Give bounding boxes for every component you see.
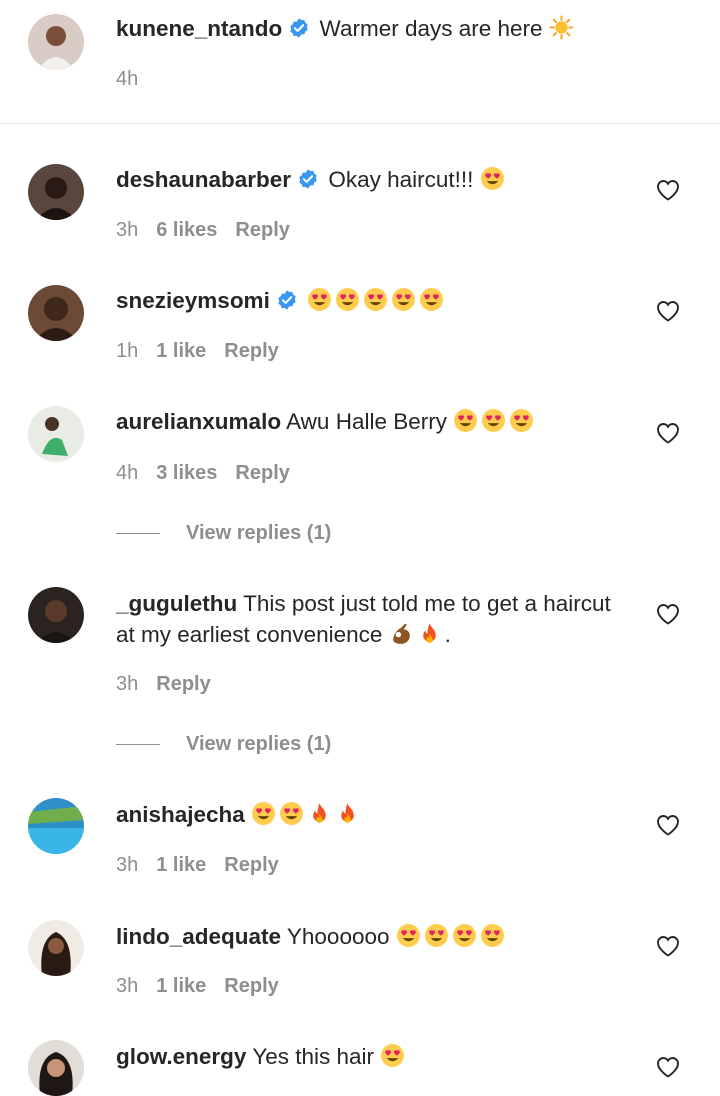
verified-badge-icon	[288, 17, 310, 39]
view-replies-label: View replies (1)	[186, 522, 332, 544]
timestamp: 3h	[116, 219, 139, 241]
like-heart-icon[interactable]	[656, 1056, 680, 1078]
heart-eyes-emoji-icon	[480, 166, 505, 191]
sun-emoji-icon	[549, 15, 574, 40]
fire-emoji-icon	[307, 801, 332, 826]
username[interactable]: snezieymsomi	[116, 288, 270, 313]
reply-button[interactable]: Reply	[235, 217, 289, 243]
caption-text: kunene_ntando Warmer days are here	[116, 13, 636, 44]
comment-text: _gugulethu This post just told me to get…	[116, 588, 616, 650]
timestamp: 3h	[116, 975, 139, 997]
comment-body: Yhoooooo	[286, 924, 390, 949]
reply-button[interactable]: Reply	[156, 671, 210, 697]
heart-eyes-emoji-icon	[480, 923, 505, 948]
fire-emoji-icon	[417, 621, 442, 646]
heart-eyes-emoji-icon	[279, 801, 304, 826]
comment-meta: 4h 3 likes Reply	[116, 460, 308, 486]
comment-text: lindo_adequate Yhoooooo	[116, 921, 636, 952]
heart-eyes-emoji-icon	[452, 923, 477, 948]
heart-eyes-emoji-icon	[363, 287, 388, 312]
heart-eyes-emoji-icon	[481, 408, 506, 433]
heart-eyes-emoji-icon	[453, 408, 478, 433]
username[interactable]: anishajecha	[116, 802, 245, 827]
likes-count[interactable]: 3 likes	[156, 460, 217, 486]
heart-eyes-emoji-icon	[509, 408, 534, 433]
heart-eyes-emoji-icon	[424, 923, 449, 948]
username[interactable]: _gugulethu	[116, 591, 237, 616]
comment-body: Awu Halle Berry	[286, 409, 447, 434]
like-heart-icon[interactable]	[656, 935, 680, 957]
comment-body: Yes this hair	[252, 1044, 375, 1069]
verified-badge-icon	[297, 168, 319, 190]
username[interactable]: kunene_ntando	[116, 16, 282, 41]
reply-button[interactable]: Reply	[224, 338, 278, 364]
avatar[interactable]	[28, 798, 84, 854]
replies-divider	[116, 533, 160, 534]
like-heart-icon[interactable]	[656, 422, 680, 444]
comment-text: glow.energy Yes this hair	[116, 1041, 636, 1072]
username[interactable]: lindo_adequate	[116, 924, 281, 949]
like-heart-icon[interactable]	[656, 603, 680, 625]
comment-text: anishajecha	[116, 799, 636, 830]
comment-meta: 3h Reply	[116, 671, 229, 697]
post-caption: kunene_ntando Warmer days are here 4h	[0, 0, 720, 124]
heart-eyes-emoji-icon	[307, 287, 332, 312]
reply-button[interactable]: Reply	[224, 852, 278, 878]
comment-meta: 1h 1 like Reply	[116, 338, 297, 364]
avatar[interactable]	[28, 285, 84, 341]
like-heart-icon[interactable]	[656, 179, 680, 201]
avatar[interactable]	[28, 406, 84, 462]
username[interactable]: glow.energy	[116, 1044, 246, 1069]
view-replies-label: View replies (1)	[186, 733, 332, 755]
username[interactable]: deshaunabarber	[116, 167, 291, 192]
avatar[interactable]	[28, 587, 84, 643]
view-replies-button[interactable]: View replies (1)	[116, 518, 416, 548]
comment-body: Okay haircut!!!	[328, 167, 474, 192]
ok-hand-emoji-icon	[389, 621, 414, 646]
avatar[interactable]	[28, 14, 84, 70]
likes-count[interactable]: 1 like	[156, 852, 206, 878]
comment-text: snezieymsomi	[116, 285, 636, 316]
heart-eyes-emoji-icon	[335, 287, 360, 312]
comment-trailing: .	[444, 622, 451, 647]
heart-eyes-emoji-icon	[419, 287, 444, 312]
heart-eyes-emoji-icon	[391, 287, 416, 312]
comment-meta: 3h 1 like Reply	[116, 973, 297, 999]
caption-meta: 4h	[116, 66, 156, 92]
reply-button[interactable]: Reply	[224, 973, 278, 999]
reply-button[interactable]: Reply	[235, 460, 289, 486]
replies-divider	[116, 744, 160, 745]
likes-count[interactable]: 1 like	[156, 973, 206, 999]
likes-count[interactable]: 1 like	[156, 338, 206, 364]
avatar[interactable]	[28, 1040, 84, 1096]
like-heart-icon[interactable]	[656, 814, 680, 836]
fire-emoji-icon	[335, 801, 360, 826]
heart-eyes-emoji-icon	[396, 923, 421, 948]
verified-badge-icon	[276, 289, 298, 311]
like-heart-icon[interactable]	[656, 300, 680, 322]
timestamp: 4h	[116, 462, 139, 484]
timestamp: 1h	[116, 340, 139, 362]
comment-meta: 3h 6 likes Reply	[116, 217, 308, 243]
comment-text: aurelianxumalo Awu Halle Berry	[116, 406, 636, 437]
username[interactable]: aurelianxumalo	[116, 409, 281, 434]
avatar[interactable]	[28, 920, 84, 976]
timestamp: 3h	[116, 673, 139, 695]
view-replies-button[interactable]: View replies (1)	[116, 729, 416, 759]
comment-meta: 3h 1 like Reply	[116, 852, 297, 878]
comment-text: deshaunabarber Okay haircut!!!	[116, 164, 636, 195]
heart-eyes-emoji-icon	[251, 801, 276, 826]
timestamp: 3h	[116, 854, 139, 876]
timestamp: 4h	[116, 68, 139, 90]
heart-eyes-emoji-icon	[380, 1043, 405, 1068]
avatar[interactable]	[28, 164, 84, 220]
likes-count[interactable]: 6 likes	[156, 217, 217, 243]
caption-body: Warmer days are here	[319, 16, 543, 41]
